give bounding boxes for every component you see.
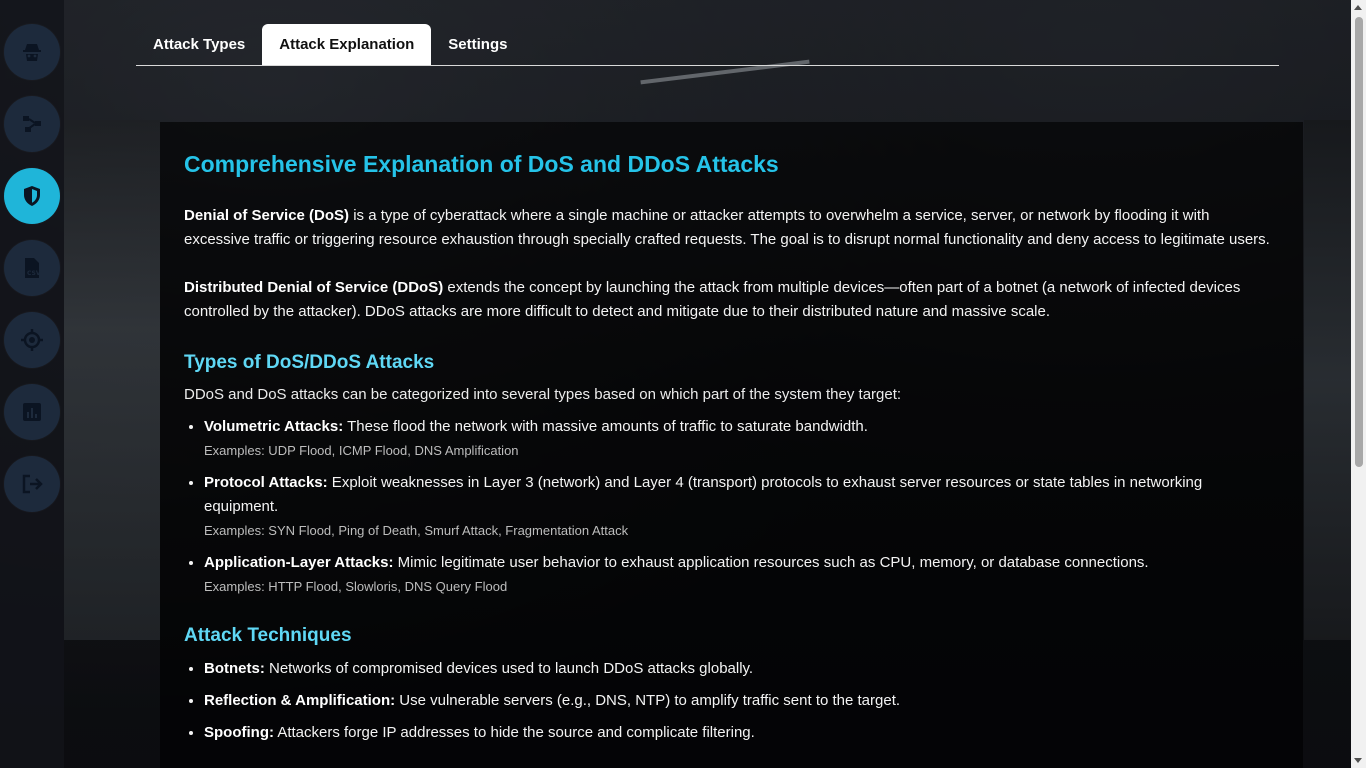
scroll-down-arrow-icon[interactable] xyxy=(1354,758,1362,763)
list-item-term: Application-Layer Attacks: xyxy=(204,554,394,571)
list-item-term: Volumetric Attacks: xyxy=(204,418,344,435)
tab-attack-types[interactable]: Attack Types xyxy=(136,24,262,65)
list-item-text: Networks of compromised devices used to … xyxy=(264,660,754,677)
background-wall-right xyxy=(1304,120,1352,640)
list-item: Spoofing: Attackers forge IP addresses t… xyxy=(204,721,1279,745)
list-item-examples: Examples: UDP Flood, ICMP Flood, DNS Amp… xyxy=(204,443,519,458)
types-heading: Types of DoS/DDoS Attacks xyxy=(184,352,435,373)
csv-file-icon: CSV xyxy=(25,258,41,278)
sidebar: CSV xyxy=(0,0,64,768)
types-list: Volumetric Attacks: These flood the netw… xyxy=(184,415,1279,596)
chart-icon xyxy=(23,403,41,421)
list-item-examples: Examples: HTTP Flood, Slowloris, DNS Que… xyxy=(204,579,508,594)
tab-attack-explanation[interactable]: Attack Explanation xyxy=(262,24,432,65)
sidebar-item-logout[interactable] xyxy=(4,456,60,512)
tab-bar: Attack Types Attack Explanation Settings xyxy=(136,24,1279,66)
page-scrollbar[interactable] xyxy=(1351,0,1366,768)
svg-text:CSV: CSV xyxy=(27,270,41,277)
ddos-term: Distributed Denial of Service (DDoS) xyxy=(184,279,444,296)
sidebar-item-spy[interactable] xyxy=(4,24,60,80)
spy-icon xyxy=(23,44,41,61)
list-item-text: Use vulnerable servers (e.g., DNS, NTP) … xyxy=(395,692,901,709)
list-item-term: Reflection & Amplification: xyxy=(204,692,396,709)
list-item: Botnets: Networks of compromised devices… xyxy=(204,657,1279,681)
sidebar-item-csv[interactable]: CSV xyxy=(4,240,60,296)
article: Comprehensive Explanation of DoS and DDo… xyxy=(184,150,1279,745)
list-item-term: Protocol Attacks: xyxy=(204,474,328,491)
sidebar-item-target[interactable] xyxy=(4,312,60,368)
list-item-text: Mimic legitimate user behavior to exhaus… xyxy=(393,554,1149,571)
list-item: Protocol Attacks: Exploit weaknesses in … xyxy=(204,471,1279,540)
list-item-text: Exploit weaknesses in Layer 3 (network) … xyxy=(204,474,1203,515)
dos-paragraph: Denial of Service (DoS) is a type of cyb… xyxy=(184,204,1279,252)
list-item-text: These flood the network with massive amo… xyxy=(343,418,868,435)
list-item-term: Spoofing: xyxy=(204,724,274,741)
list-item-text: Attackers forge IP addresses to hide the… xyxy=(273,724,755,741)
sidebar-item-network[interactable] xyxy=(4,96,60,152)
shield-icon xyxy=(24,186,40,206)
list-item-examples: Examples: SYN Flood, Ping of Death, Smur… xyxy=(204,523,629,538)
crosshair-icon xyxy=(21,329,43,351)
ddos-paragraph: Distributed Denial of Service (DDoS) ext… xyxy=(184,276,1279,324)
types-intro: DDoS and DoS attacks can be categorized … xyxy=(184,386,902,403)
network-icon xyxy=(23,116,41,132)
techniques-list: Botnets: Networks of compromised devices… xyxy=(184,657,1279,745)
list-item-term: Botnets: xyxy=(204,660,265,677)
list-item: Reflection & Amplification: Use vulnerab… xyxy=(204,689,1279,713)
sidebar-item-shield[interactable] xyxy=(4,168,60,224)
page-title: Comprehensive Explanation of DoS and DDo… xyxy=(184,151,779,177)
list-item: Application-Layer Attacks: Mimic legitim… xyxy=(204,551,1279,596)
sidebar-item-chart[interactable] xyxy=(4,384,60,440)
list-item: Volumetric Attacks: These flood the netw… xyxy=(204,415,1279,460)
dos-term: Denial of Service (DoS) xyxy=(184,207,350,224)
logout-icon xyxy=(22,474,43,494)
techniques-heading: Attack Techniques xyxy=(184,625,352,646)
scroll-up-arrow-icon[interactable] xyxy=(1354,5,1362,10)
background-wall-left xyxy=(64,120,160,640)
scrollbar-thumb[interactable] xyxy=(1355,17,1363,467)
tab-settings[interactable]: Settings xyxy=(431,24,524,65)
